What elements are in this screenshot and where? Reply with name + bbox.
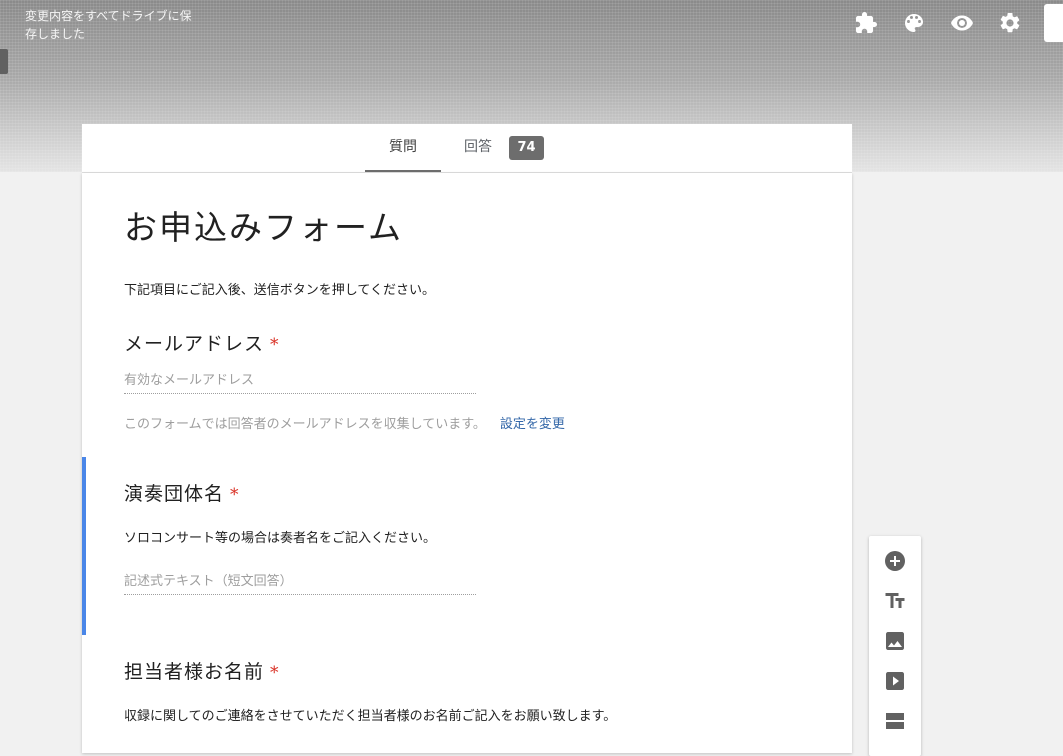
side-panel-handle[interactable]	[0, 49, 8, 74]
eye-icon[interactable]	[946, 10, 978, 36]
form-title[interactable]: お申込みフォーム	[124, 201, 403, 249]
palette-icon[interactable]	[898, 10, 930, 36]
short-answer-field: 記述式テキスト（短文回答）	[124, 572, 476, 595]
form-card: お申込みフォーム 下記項目にご記入後、送信ボタンを押してください。 メールアドレ…	[82, 173, 852, 753]
tabs-bar: 質問 回答 74	[82, 124, 852, 173]
required-mark: *	[230, 485, 240, 505]
puzzle-icon[interactable]	[850, 10, 882, 36]
change-settings-link[interactable]: 設定を変更	[500, 417, 565, 432]
tab-responses-label: 回答	[464, 139, 492, 155]
add-image-icon[interactable]	[883, 629, 907, 653]
header-actions	[850, 10, 1042, 36]
question-title-text: 担当者様お名前	[124, 661, 265, 683]
add-video-icon[interactable]	[883, 669, 907, 693]
tab-responses[interactable]: 回答 74	[452, 124, 552, 172]
add-question-icon[interactable]	[883, 549, 907, 573]
question-title-email[interactable]: メールアドレス *	[124, 329, 280, 356]
save-status-text: 変更内容をすべてドライブに保存しました	[25, 9, 192, 41]
question-description-group[interactable]: ソロコンサート等の場合は奏者名をご記入ください。	[124, 527, 436, 546]
question-title-text: 演奏団体名	[124, 483, 225, 505]
add-title-icon[interactable]	[883, 589, 907, 613]
question-title-contact[interactable]: 担当者様お名前 *	[124, 657, 280, 684]
question-title-group[interactable]: 演奏団体名 *	[124, 479, 240, 506]
tab-questions[interactable]: 質問	[365, 124, 441, 172]
email-answer-field: 有効なメールアドレス	[124, 371, 476, 394]
required-mark: *	[270, 335, 280, 355]
email-collection-note: このフォームでは回答者のメールアドレスを収集しています。 設定を変更	[124, 413, 565, 432]
add-section-icon[interactable]	[883, 709, 907, 733]
required-mark: *	[270, 663, 280, 683]
gear-icon[interactable]	[994, 10, 1026, 36]
question-title-text: メールアドレス	[124, 333, 265, 355]
email-note-text: このフォームでは回答者のメールアドレスを収集しています。	[124, 417, 486, 432]
form-description[interactable]: 下記項目にご記入後、送信ボタンを押してください。	[124, 279, 435, 298]
question-description-contact[interactable]: 収録に関してのご連絡をさせていただく担当者様のお名前ご記入をお願い致します。	[124, 705, 616, 724]
send-button[interactable]	[1044, 4, 1063, 42]
side-toolbar	[869, 536, 921, 756]
responses-count-badge: 74	[509, 136, 544, 160]
